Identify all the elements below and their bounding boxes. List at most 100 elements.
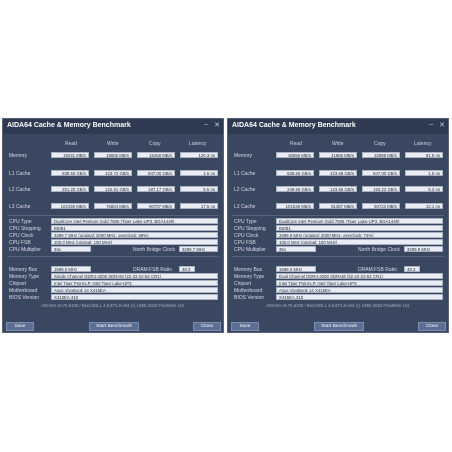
l2-latency: 5.5 ns <box>180 186 218 192</box>
memory-bus-label: Memory Bus <box>9 267 38 273</box>
motherboard-label: Motherboard <box>9 288 38 294</box>
l2-latency: 5.3 ns <box>405 186 443 192</box>
row-label-l1: L1 Cache <box>9 171 31 177</box>
benchmark-window-2: AIDA64 Cache & Memory Benchmark – ✕ Read … <box>227 118 449 333</box>
l3-latency: 12.1 ns <box>405 203 443 209</box>
cpu-clock-value: 3399.7 MHz (original: 2000 MHz, overcloc… <box>51 232 218 238</box>
row-label-l3: L3 Cache <box>234 204 256 210</box>
l1-read: 838.66 GB/s <box>276 170 314 176</box>
memory-copy: 32889 MB/s <box>362 152 400 158</box>
close-icon[interactable]: ✕ <box>439 121 445 129</box>
close-button[interactable]: Close <box>418 322 446 331</box>
l2-read: 249.56 GB/s <box>276 186 314 192</box>
chipset-value: Intel Tiger Point-LP, Intel Tiger Lake-U… <box>276 280 443 286</box>
l3-write: 81387 MB/s <box>319 203 357 209</box>
l2-copy: 193.22 GB/s <box>362 186 400 192</box>
start-benchmark-button[interactable]: Start Benchmark <box>89 322 139 331</box>
minimize-icon[interactable]: – <box>429 121 433 129</box>
cpu-fsb-value: 100.0 MHz (original: 100 MHz) <box>51 239 218 245</box>
memory-read: 36556 MB/s <box>276 152 314 158</box>
cpu-multiplier-value: 34x <box>51 246 91 252</box>
bios-label: BIOS Version <box>9 295 40 301</box>
cpu-multiplier-value: 35x <box>276 246 316 252</box>
cpu-type-value: DualCore Intel Pentium Gold 7505 (Tiger … <box>51 218 218 224</box>
cpu-stepping-value: B0/B1 <box>276 225 443 231</box>
chipset-value: Intel Tiger Point-LP, Intel Tiger Lake-U… <box>51 280 218 286</box>
footer-credit: AIDA64 v6.75.6100 / BenchDLL 4.6.871.8-x… <box>41 303 185 308</box>
chipset-label: Chipset <box>9 281 26 287</box>
memory-latency: 91.5 ns <box>405 152 443 158</box>
l1-write: 423.72 GB/s <box>94 170 132 176</box>
title-bar[interactable]: AIDA64 Cache & Memory Benchmark – ✕ <box>3 119 223 134</box>
l1-latency: 1.5 ns <box>405 170 443 176</box>
footer-credit: AIDA64 v6.75.6100 / BenchDLL 4.6.871.8-x… <box>266 303 410 308</box>
chipset-label: Chipset <box>234 281 251 287</box>
write-header: Write <box>332 141 344 147</box>
close-icon[interactable]: ✕ <box>214 121 220 129</box>
bios-label: BIOS Version <box>234 295 265 301</box>
l1-latency: 1.6 ns <box>180 170 218 176</box>
cpu-multiplier-label: CPU Multiplier <box>234 247 266 253</box>
l3-latency: 17.6 ns <box>180 203 218 209</box>
l3-read: 101638 MB/s <box>276 203 314 209</box>
memory-type-value: Single Channel DDR4-3200 SDRAM (22-22-22… <box>51 273 218 279</box>
l1-read: 838.50 GB/s <box>51 170 89 176</box>
l3-copy: 90723 MB/s <box>362 203 400 209</box>
l1-copy: 847.00 GB/s <box>137 170 175 176</box>
cpu-fsb-value: 100.0 MHz (original: 100 MHz) <box>276 239 443 245</box>
memory-write: 18605 MB/s <box>94 152 132 158</box>
l2-read: 251.20 GB/s <box>51 186 89 192</box>
row-label-memory: Memory <box>234 153 253 159</box>
motherboard-value: Asus VivoBook 14 X415EA <box>51 287 218 293</box>
row-label-l2: L2 Cache <box>234 187 256 193</box>
dram-ratio-value: 48:3 <box>179 266 195 272</box>
save-button[interactable]: Save <box>231 322 259 331</box>
copy-header: Copy <box>374 141 386 147</box>
nb-clock-label: North Bridge Clock <box>133 247 175 253</box>
nb-clock-label: North Bridge Clock <box>358 247 400 253</box>
bios-value: X415EA.310 <box>51 294 218 300</box>
memory-bus-value: 1599.0 MHz <box>276 266 316 272</box>
memory-type-label: Memory Type <box>9 274 40 280</box>
row-label-memory: Memory <box>9 153 28 159</box>
latency-header: Latency <box>189 141 207 147</box>
l1-copy: 847.00 GB/s <box>362 170 400 176</box>
memory-write: 41866 MB/s <box>319 152 357 158</box>
row-label-l2: L2 Cache <box>9 187 31 193</box>
nb-clock-value: 3299.7 MHz <box>179 246 218 252</box>
nb-clock-value: 3299.9 MHz <box>404 246 443 252</box>
l1-write: 423.69 GB/s <box>319 170 357 176</box>
memory-bus-label: Memory Bus <box>234 267 263 273</box>
l2-copy: 187.17 GB/s <box>137 186 175 192</box>
minimize-icon[interactable]: – <box>204 121 208 129</box>
save-button[interactable]: Save <box>6 322 34 331</box>
cpu-stepping-label: CPU Stepping <box>234 226 266 232</box>
cpu-type-label: CPU Type <box>234 219 257 225</box>
close-button[interactable]: Close <box>193 322 221 331</box>
l2-write: 122.81 GB/s <box>94 186 132 192</box>
latency-header: Latency <box>414 141 432 147</box>
write-header: Write <box>107 141 119 147</box>
l3-write: 76804 MB/s <box>94 203 132 209</box>
divider <box>232 256 444 257</box>
row-label-l1: L1 Cache <box>234 171 256 177</box>
memory-type-value: Dual Channel DDR4-3200 SDRAM (22-22-22-5… <box>276 273 443 279</box>
divider <box>7 256 219 257</box>
row-label-l3: L3 Cache <box>9 204 31 210</box>
memory-type-label: Memory Type <box>234 274 265 280</box>
cpu-clock-label: CPU Clock <box>9 233 34 239</box>
window-title: AIDA64 Cache & Memory Benchmark <box>7 122 131 129</box>
window-title: AIDA64 Cache & Memory Benchmark <box>232 122 356 129</box>
memory-copy: 15268 MB/s <box>137 152 175 158</box>
cpu-stepping-value: B0/B1 <box>51 225 218 231</box>
cpu-stepping-label: CPU Stepping <box>9 226 41 232</box>
l2-write: 123.56 GB/s <box>319 186 357 192</box>
read-header: Read <box>290 141 302 147</box>
copy-header: Copy <box>149 141 161 147</box>
motherboard-label: Motherboard <box>234 288 263 294</box>
motherboard-value: Asus VivoBook 14 X415EA <box>276 287 443 293</box>
start-benchmark-button[interactable]: Start Benchmark <box>314 322 364 331</box>
title-bar[interactable]: AIDA64 Cache & Memory Benchmark – ✕ <box>228 119 448 134</box>
cpu-fsb-label: CPU FSB <box>9 240 31 246</box>
cpu-fsb-label: CPU FSB <box>234 240 256 246</box>
